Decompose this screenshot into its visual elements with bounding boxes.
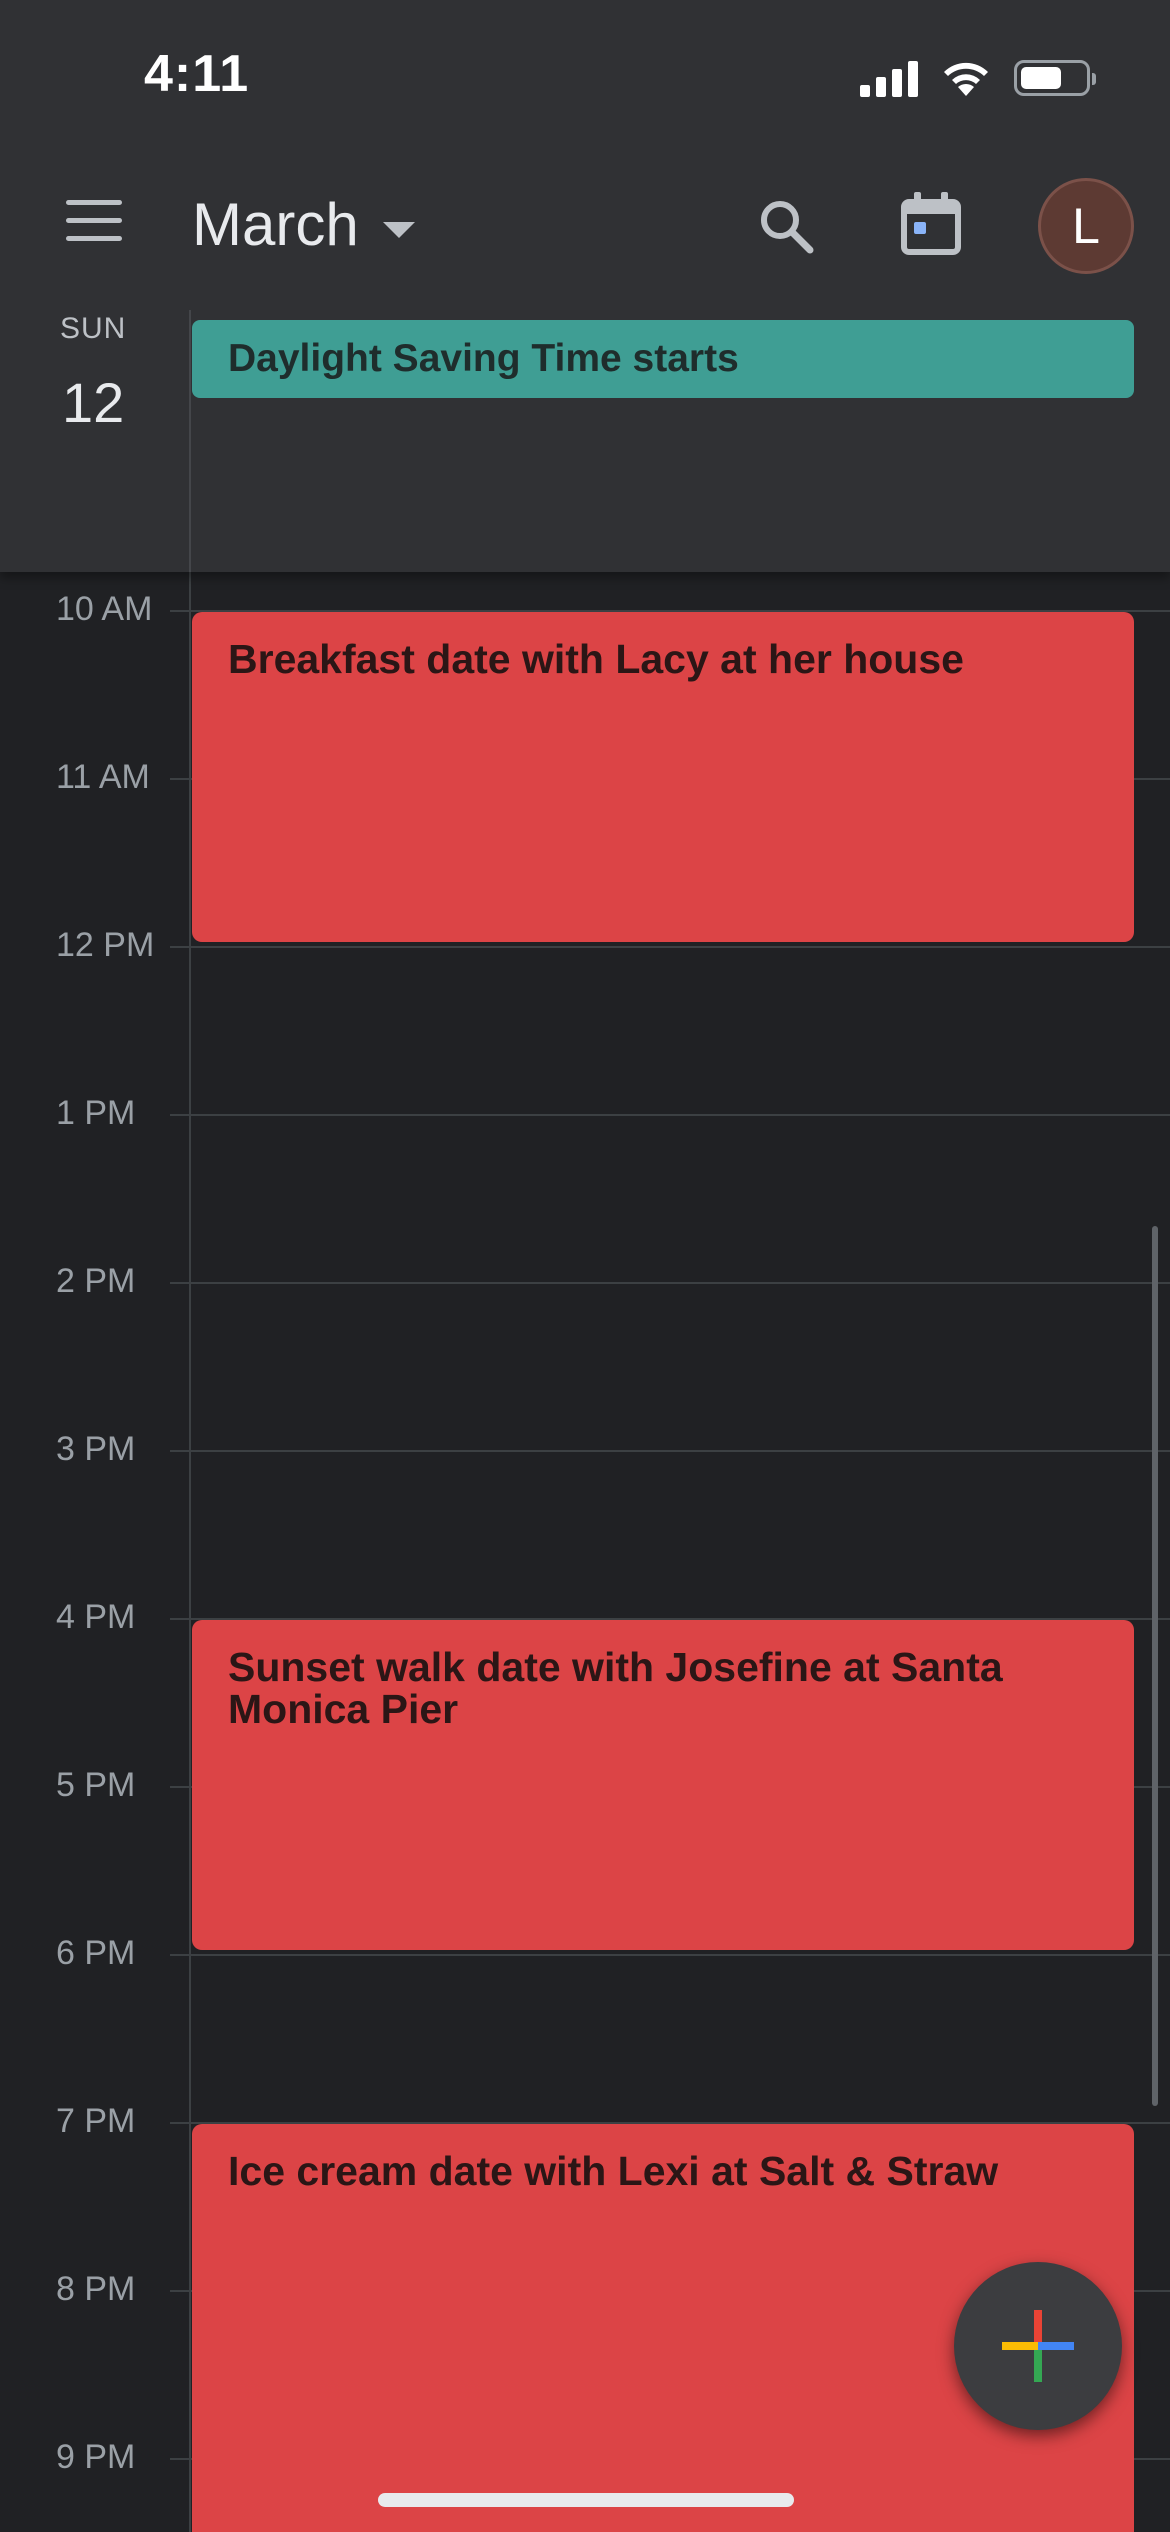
hour-label: 8 PM (56, 2270, 136, 2308)
hour-label: 7 PM (56, 2102, 136, 2140)
add-icon (1002, 2310, 1074, 2382)
event-title: Sunset walk date with Josefine at Santa … (228, 1644, 1003, 1732)
account-avatar[interactable]: L (1038, 178, 1134, 274)
month-selector[interactable]: March (192, 190, 415, 259)
hour-row: 2 PM (0, 1262, 1170, 1300)
status-bar-time: 4:11 (144, 45, 250, 103)
hour-label: 6 PM (56, 1934, 136, 1972)
time-grid[interactable]: 10 AM 11 AM 12 PM 1 PM 2 PM 3 PM 4 PM 5 … (0, 572, 1170, 2532)
hour-label: 11 AM (56, 758, 150, 796)
event-title: Ice cream date with Lexi at Salt & Straw (228, 2148, 999, 2194)
hour-label: 1 PM (56, 1094, 136, 1132)
month-label: March (192, 191, 359, 258)
event-title: Breakfast date with Lacy at her house (228, 636, 964, 682)
hour-row: 6 PM (0, 1934, 1170, 1972)
app-header: 4:11 March L SUN 12 Daylight Saving Time… (0, 0, 1170, 572)
hour-row: 1 PM (0, 1094, 1170, 1132)
search-icon[interactable] (756, 196, 816, 256)
dropdown-caret-icon (382, 221, 415, 238)
day-column-divider (189, 310, 191, 572)
hour-label: 4 PM (56, 1598, 136, 1636)
all-day-event[interactable]: Daylight Saving Time starts (192, 320, 1134, 398)
hour-label: 2 PM (56, 1262, 136, 1300)
hour-label: 10 AM (56, 590, 153, 628)
status-bar-icons (860, 56, 1096, 100)
hour-label: 5 PM (56, 1766, 136, 1804)
cellular-signal-icon (860, 59, 918, 97)
wifi-icon (944, 62, 988, 96)
event-card[interactable]: Sunset walk date with Josefine at Santa … (192, 1620, 1134, 1950)
home-indicator[interactable] (378, 2493, 794, 2507)
event-card[interactable]: Breakfast date with Lacy at her house (192, 612, 1134, 942)
hour-row: 12 PM (0, 926, 1170, 964)
calendar-screen: 4:11 March L SUN 12 Daylight Saving Time… (0, 0, 1170, 2532)
time-grid-divider (189, 572, 191, 2532)
battery-icon (1014, 60, 1096, 96)
hour-label: 9 PM (56, 2438, 136, 2476)
create-event-button[interactable] (954, 2262, 1122, 2430)
hour-label: 3 PM (56, 1430, 136, 1468)
day-number[interactable]: 12 (62, 370, 124, 435)
menu-icon[interactable] (66, 200, 122, 246)
scrollbar[interactable] (1152, 1226, 1158, 2106)
day-of-week: SUN (60, 312, 127, 345)
hour-label: 12 PM (56, 926, 155, 964)
hour-row: 3 PM (0, 1430, 1170, 1468)
all-day-event-title: Daylight Saving Time starts (228, 337, 739, 380)
today-calendar-icon[interactable] (900, 192, 962, 256)
